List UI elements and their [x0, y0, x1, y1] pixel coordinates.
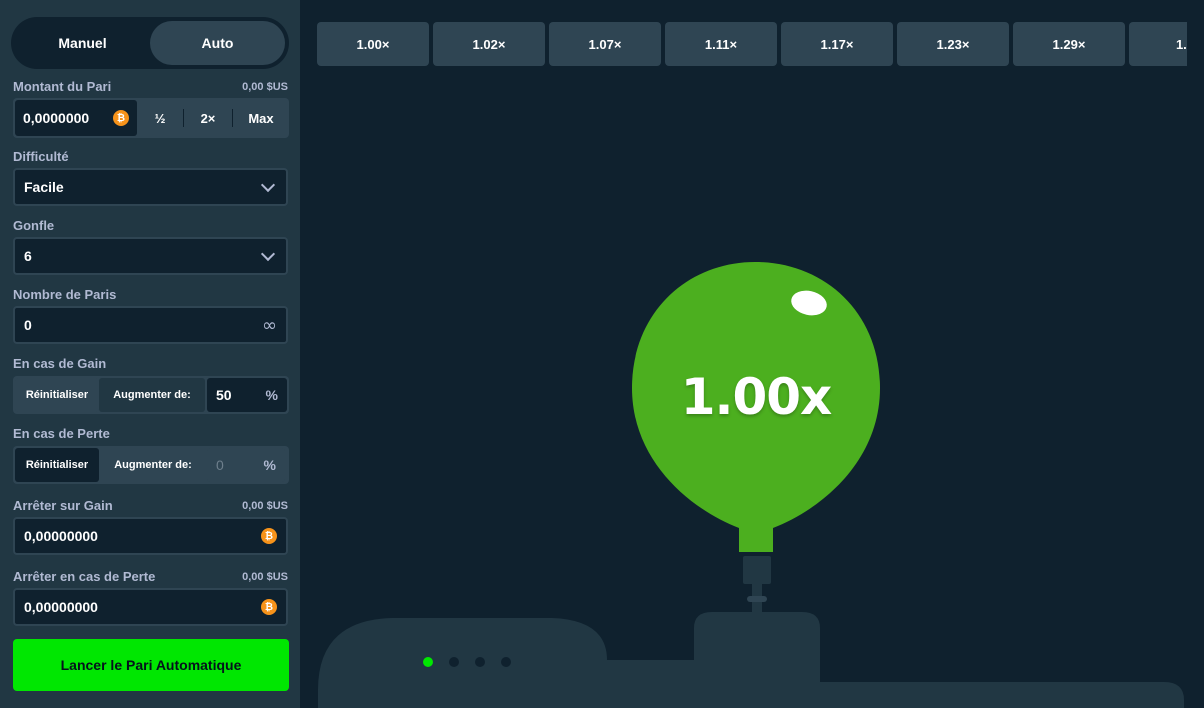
num-bets-label: Nombre de Paris — [13, 287, 117, 302]
on-loss-percent-value: 0 — [216, 457, 224, 473]
pumps-value: 6 — [24, 248, 32, 264]
pagination-dot[interactable] — [501, 657, 511, 667]
tab-manual[interactable]: Manuel — [15, 21, 150, 65]
on-loss-increase-button[interactable]: Augmenter de: — [99, 448, 207, 482]
balloon-multiplier: 1.00x — [680, 368, 833, 426]
pagination-dot[interactable] — [449, 657, 459, 667]
stop-profit-input[interactable]: 0,00000000 ₿ — [13, 517, 288, 555]
on-win-row: Réinitialiser Augmenter de: 50 % — [13, 376, 289, 414]
percent-unit: % — [265, 387, 278, 403]
pumps-label: Gonfle — [13, 218, 55, 233]
chevron-down-icon — [260, 177, 276, 192]
pagination-dots — [423, 657, 511, 667]
stop-loss-input[interactable]: 0,00000000 ₿ — [13, 588, 288, 626]
difficulty-value: Facile — [24, 179, 64, 195]
stop-profit-usd: 0,00 $US — [242, 500, 288, 512]
on-win-percent-input[interactable]: 50 % — [207, 378, 287, 412]
bitcoin-icon: ₿ — [113, 110, 129, 126]
percent-unit: % — [263, 457, 276, 473]
max-bet-button[interactable]: Max — [233, 98, 289, 138]
bet-amount-input[interactable]: 0,0000000 ₿ — [15, 100, 137, 136]
pumps-select[interactable]: 6 — [13, 237, 288, 275]
num-bets-value: 0 — [24, 317, 32, 333]
pagination-dot-active[interactable] — [423, 657, 433, 667]
pump-knob — [747, 596, 767, 602]
infinity-icon[interactable]: ∞ — [262, 315, 277, 336]
stop-loss-value: 0,00000000 — [24, 599, 98, 615]
num-bets-input[interactable]: 0 ∞ — [13, 306, 288, 344]
bet-amount-label: Montant du Pari — [13, 79, 112, 94]
ground-base — [607, 660, 694, 708]
on-win-label: En cas de Gain — [13, 356, 107, 371]
on-win-percent-value: 50 — [216, 387, 232, 403]
on-loss-reset-button[interactable]: Réinitialiser — [15, 448, 99, 482]
stop-loss-usd: 0,00 $US — [242, 571, 288, 583]
tab-auto[interactable]: Auto — [150, 21, 285, 65]
game-area: 1.00× 1.02× 1.07× 1.11× 1.17× 1.23× 1.29… — [302, 0, 1204, 708]
chevron-down-icon — [260, 246, 276, 261]
stop-profit-value: 0,00000000 — [24, 528, 98, 544]
on-win-increase-button[interactable]: Augmenter de: — [99, 378, 205, 412]
half-bet-button[interactable]: ½ — [137, 98, 183, 138]
bitcoin-icon: ₿ — [261, 528, 277, 544]
bet-amount-value: 0,0000000 — [23, 110, 90, 126]
bet-amount-usd: 0,00 $US — [242, 81, 288, 93]
stop-loss-label: Arrêter en cas de Perte — [13, 569, 156, 584]
right-platform — [694, 612, 1184, 708]
on-loss-label: En cas de Perte — [13, 426, 110, 441]
pump-neck — [743, 556, 771, 584]
pagination-dot[interactable] — [475, 657, 485, 667]
on-loss-percent-input[interactable]: 0 % — [207, 448, 285, 482]
mode-toggle: Manuel Auto — [11, 17, 289, 69]
on-loss-row: Réinitialiser Augmenter de: 0 % — [13, 446, 289, 484]
on-win-reset-button[interactable]: Réinitialiser — [15, 378, 99, 412]
bet-amount-row: 0,0000000 ₿ ½ 2× Max — [13, 98, 289, 138]
bitcoin-icon: ₿ — [261, 599, 277, 615]
game-scene — [318, 262, 1184, 708]
difficulty-label: Difficulté — [13, 149, 69, 164]
balloon-knot — [739, 526, 773, 552]
launch-autobet-button[interactable]: Lancer le Pari Automatique — [13, 639, 289, 691]
double-bet-button[interactable]: 2× — [184, 98, 232, 138]
difficulty-select[interactable]: Facile — [13, 168, 288, 206]
stop-profit-label: Arrêter sur Gain — [13, 498, 113, 513]
bet-sidebar: Manuel Auto Montant du Pari 0,00 $US 0,0… — [0, 0, 301, 708]
pump-game-app: Manuel Auto Montant du Pari 0,00 $US 0,0… — [0, 0, 1204, 708]
